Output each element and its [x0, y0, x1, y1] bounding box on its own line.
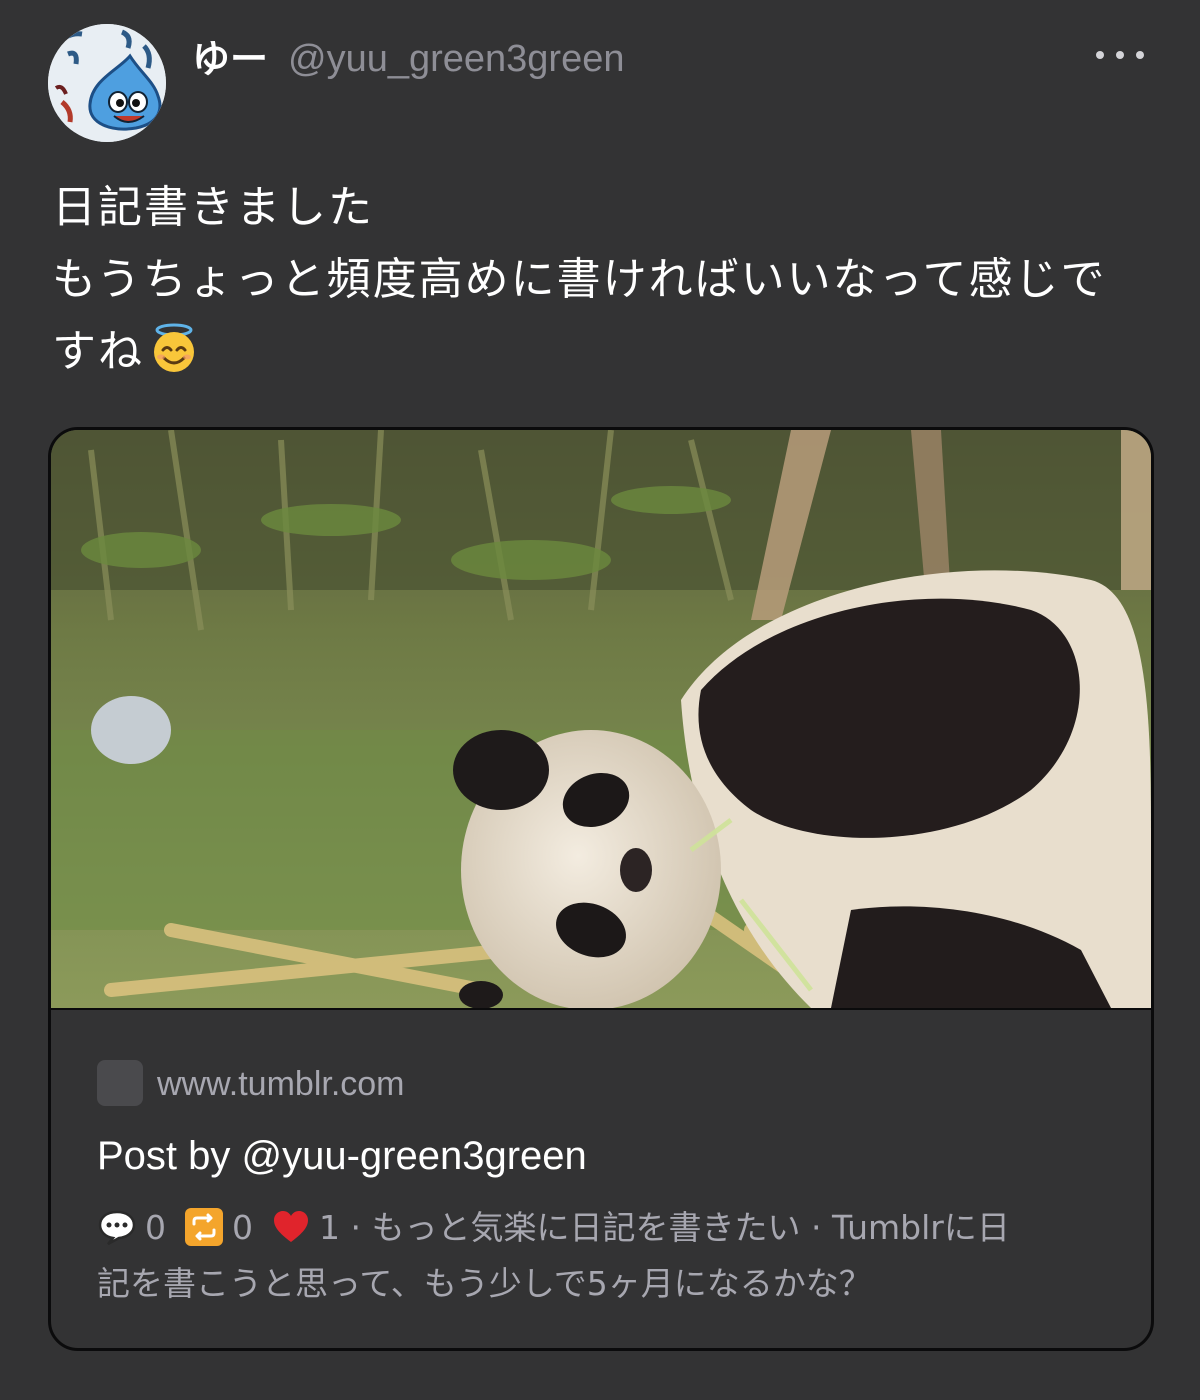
dot-icon — [1096, 51, 1104, 59]
post-text-line-content: すね — [52, 326, 144, 377]
card-description-text-2: 記を書こうと思って、もう少しで5ヶ月になるかな？ — [97, 1264, 872, 1303]
avatar[interactable] — [48, 24, 166, 142]
slime-avatar-icon — [48, 24, 166, 142]
repeat-icon — [185, 1208, 223, 1246]
dot-icon — [1136, 51, 1144, 59]
card-domain: www.tumblr.com — [157, 1065, 405, 1103]
post: ゆー @yuu_green3green 日記書きました もうちょっと頻度高めに書… — [0, 0, 1200, 1400]
site-favicon-icon — [97, 1060, 143, 1106]
reply-count: 0 — [145, 1208, 166, 1247]
user-handle[interactable]: @yuu_green3green — [288, 36, 625, 82]
speech-balloon-icon — [98, 1210, 136, 1246]
card-title[interactable]: Post by @yuu-green3green — [97, 1130, 1097, 1182]
post-text-line: もうちょっと頻度高めに書ければいいなって感じで — [52, 254, 1107, 305]
card-description-text-1: · もっと気楽に日記を書きたい · Tumblrに日 — [340, 1208, 1010, 1247]
panda-photo-graphic — [51, 430, 1151, 1008]
display-name[interactable]: ゆー — [192, 36, 268, 82]
like-count: 1 — [319, 1208, 340, 1247]
reblog-count: 0 — [232, 1208, 253, 1247]
link-card[interactable]: www.tumblr.com Post by @yuu-green3green … — [48, 427, 1154, 1351]
card-description: 0 0 1 · もっと気楽に日記を書きたい · Tumblrに日記を書こうと思っ… — [97, 1200, 1107, 1312]
panda-photo[interactable] — [51, 430, 1151, 1008]
post-text-line-last: すね — [52, 316, 1162, 388]
heart-icon — [274, 1211, 308, 1242]
dot-icon — [1116, 51, 1124, 59]
card-divider — [51, 1008, 1151, 1010]
post-text: 日記書きました もうちょっと頻度高めに書ければいいなって感じで すね — [52, 172, 1162, 388]
more-options-button[interactable] — [1096, 40, 1144, 70]
post-text-line: 日記書きました — [52, 182, 374, 233]
smiling-face-with-halo-icon — [154, 323, 194, 372]
